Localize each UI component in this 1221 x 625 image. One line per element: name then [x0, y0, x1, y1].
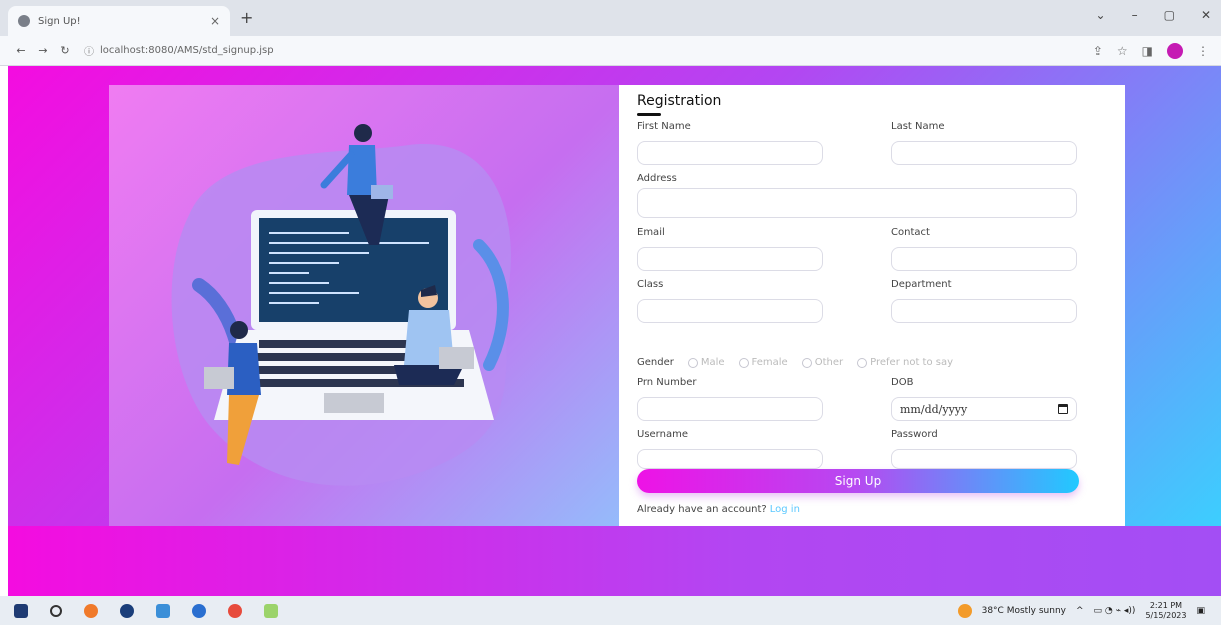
- weather-text[interactable]: 38°C Mostly sunny: [982, 606, 1066, 616]
- contact-label: Contact: [891, 227, 930, 238]
- browser-tab-bar: Sign Up! × + ⌄ – ▢ ✕: [0, 0, 1221, 36]
- gender-female-radio[interactable]: Female: [738, 357, 788, 368]
- gender-option-label: Other: [814, 357, 844, 368]
- login-link[interactable]: Log in: [770, 504, 800, 515]
- department-label: Department: [891, 279, 952, 290]
- gender-male-radio[interactable]: Male: [687, 357, 725, 368]
- calendar-icon[interactable]: [1058, 404, 1068, 414]
- registration-panel: Registration First Name Last Name Addres…: [619, 85, 1125, 526]
- minimize-button[interactable]: –: [1132, 8, 1138, 22]
- login-prompt: Already have an account? Log in: [637, 504, 800, 515]
- windows-start-icon[interactable]: [14, 603, 28, 618]
- password-input[interactable]: [891, 449, 1077, 469]
- app-icon[interactable]: [264, 603, 278, 618]
- browser-tab[interactable]: Sign Up! ×: [8, 6, 230, 36]
- address-bar: ← → ↻ ⓘ localhost:8080/AMS/std_signup.js…: [0, 36, 1221, 66]
- notification-icon[interactable]: ▣: [1196, 606, 1205, 616]
- reload-icon[interactable]: ↻: [54, 44, 76, 57]
- system-tray: 38°C Mostly sunny ^ ▭ ◔ ⌁ ◂)) 2:21 PM 5/…: [957, 596, 1205, 625]
- page-background: Registration First Name Last Name Addres…: [8, 66, 1221, 596]
- radio-circle-icon[interactable]: [801, 357, 812, 368]
- illustration-panel: [109, 85, 619, 526]
- radio-circle-icon[interactable]: [738, 357, 749, 368]
- close-tab-icon[interactable]: ×: [210, 14, 220, 28]
- toolbar-buttons: ⇪ ☆ ◨ ⋮: [1093, 43, 1209, 59]
- clock[interactable]: 2:21 PM 5/15/2023: [1145, 601, 1186, 621]
- taskbar-apps: [14, 603, 278, 618]
- url-field[interactable]: ⓘ localhost:8080/AMS/std_signup.jsp: [84, 43, 274, 58]
- gender-option-label: Prefer not to say: [870, 357, 954, 368]
- first-name-label: First Name: [637, 121, 691, 132]
- profile-avatar[interactable]: [1167, 43, 1183, 59]
- dob-label: DOB: [891, 377, 914, 388]
- title-underline: [637, 113, 661, 116]
- password-label: Password: [891, 429, 938, 440]
- search-icon[interactable]: [50, 604, 62, 617]
- chrome-icon[interactable]: [228, 603, 242, 618]
- dob-date-input[interactable]: mm/dd/yyyy: [891, 397, 1077, 421]
- contact-input[interactable]: [891, 247, 1077, 271]
- radio-circle-icon[interactable]: [857, 357, 868, 368]
- gender-option-label: Female: [751, 357, 788, 368]
- file-explorer-icon[interactable]: [156, 603, 170, 618]
- share-icon[interactable]: ⇪: [1093, 44, 1103, 58]
- windows-taskbar: 38°C Mostly sunny ^ ▭ ◔ ⌁ ◂)) 2:21 PM 5/…: [0, 596, 1221, 625]
- info-icon[interactable]: ⓘ: [84, 43, 94, 58]
- last-name-input[interactable]: [891, 141, 1077, 165]
- globe-icon: [18, 15, 30, 27]
- edge-icon[interactable]: [192, 603, 206, 618]
- username-input[interactable]: [637, 449, 823, 469]
- dob-placeholder: mm/dd/yyyy: [900, 402, 968, 416]
- app-icon[interactable]: [120, 603, 134, 618]
- class-label: Class: [637, 279, 664, 290]
- new-tab-button[interactable]: +: [240, 8, 253, 27]
- address-textarea[interactable]: [637, 188, 1077, 218]
- back-icon[interactable]: ←: [10, 44, 32, 57]
- prn-label: Prn Number: [637, 377, 697, 388]
- prn-input[interactable]: [637, 397, 823, 421]
- class-input[interactable]: [637, 299, 823, 323]
- side-panel-icon[interactable]: ◨: [1142, 44, 1153, 58]
- clock-time: 2:21 PM: [1149, 600, 1183, 610]
- tab-search-icon[interactable]: ⌄: [1096, 8, 1106, 22]
- url-text[interactable]: localhost:8080/AMS/std_signup.jsp: [100, 45, 274, 56]
- gender-group: Gender Male Female Other Prefer not to s…: [637, 357, 953, 368]
- maximize-button[interactable]: ▢: [1164, 8, 1175, 22]
- window-controls: ⌄ – ▢ ✕: [1096, 8, 1211, 22]
- login-prompt-text: Already have an account?: [637, 504, 767, 515]
- sign-up-button[interactable]: Sign Up: [637, 469, 1079, 493]
- laptop-people-illustration: [171, 124, 511, 486]
- forward-icon[interactable]: →: [32, 44, 54, 57]
- tab-title: Sign Up!: [38, 15, 81, 27]
- radio-circle-icon[interactable]: [687, 357, 698, 368]
- tray-chevron-icon[interactable]: ^: [1076, 606, 1084, 616]
- gender-other-radio[interactable]: Other: [801, 357, 844, 368]
- firefox-icon[interactable]: [84, 603, 98, 618]
- tray-icons[interactable]: ▭ ◔ ⌁ ◂)): [1094, 606, 1136, 616]
- menu-kebab-icon[interactable]: ⋮: [1197, 44, 1209, 58]
- address-label: Address: [637, 173, 677, 184]
- registration-title: Registration: [637, 93, 722, 109]
- email-input[interactable]: [637, 247, 823, 271]
- email-label: Email: [637, 227, 665, 238]
- gender-label: Gender: [637, 357, 674, 368]
- close-window-button[interactable]: ✕: [1201, 8, 1211, 22]
- footer-band: [8, 526, 1221, 596]
- gender-option-label: Male: [700, 357, 725, 368]
- bookmark-star-icon[interactable]: ☆: [1117, 44, 1128, 58]
- first-name-input[interactable]: [637, 141, 823, 165]
- clock-date: 5/15/2023: [1145, 610, 1187, 620]
- last-name-label: Last Name: [891, 121, 945, 132]
- department-input[interactable]: [891, 299, 1077, 323]
- username-label: Username: [637, 429, 688, 440]
- gender-prefer-not-radio[interactable]: Prefer not to say: [857, 357, 953, 368]
- weather-sun-icon[interactable]: [957, 603, 972, 618]
